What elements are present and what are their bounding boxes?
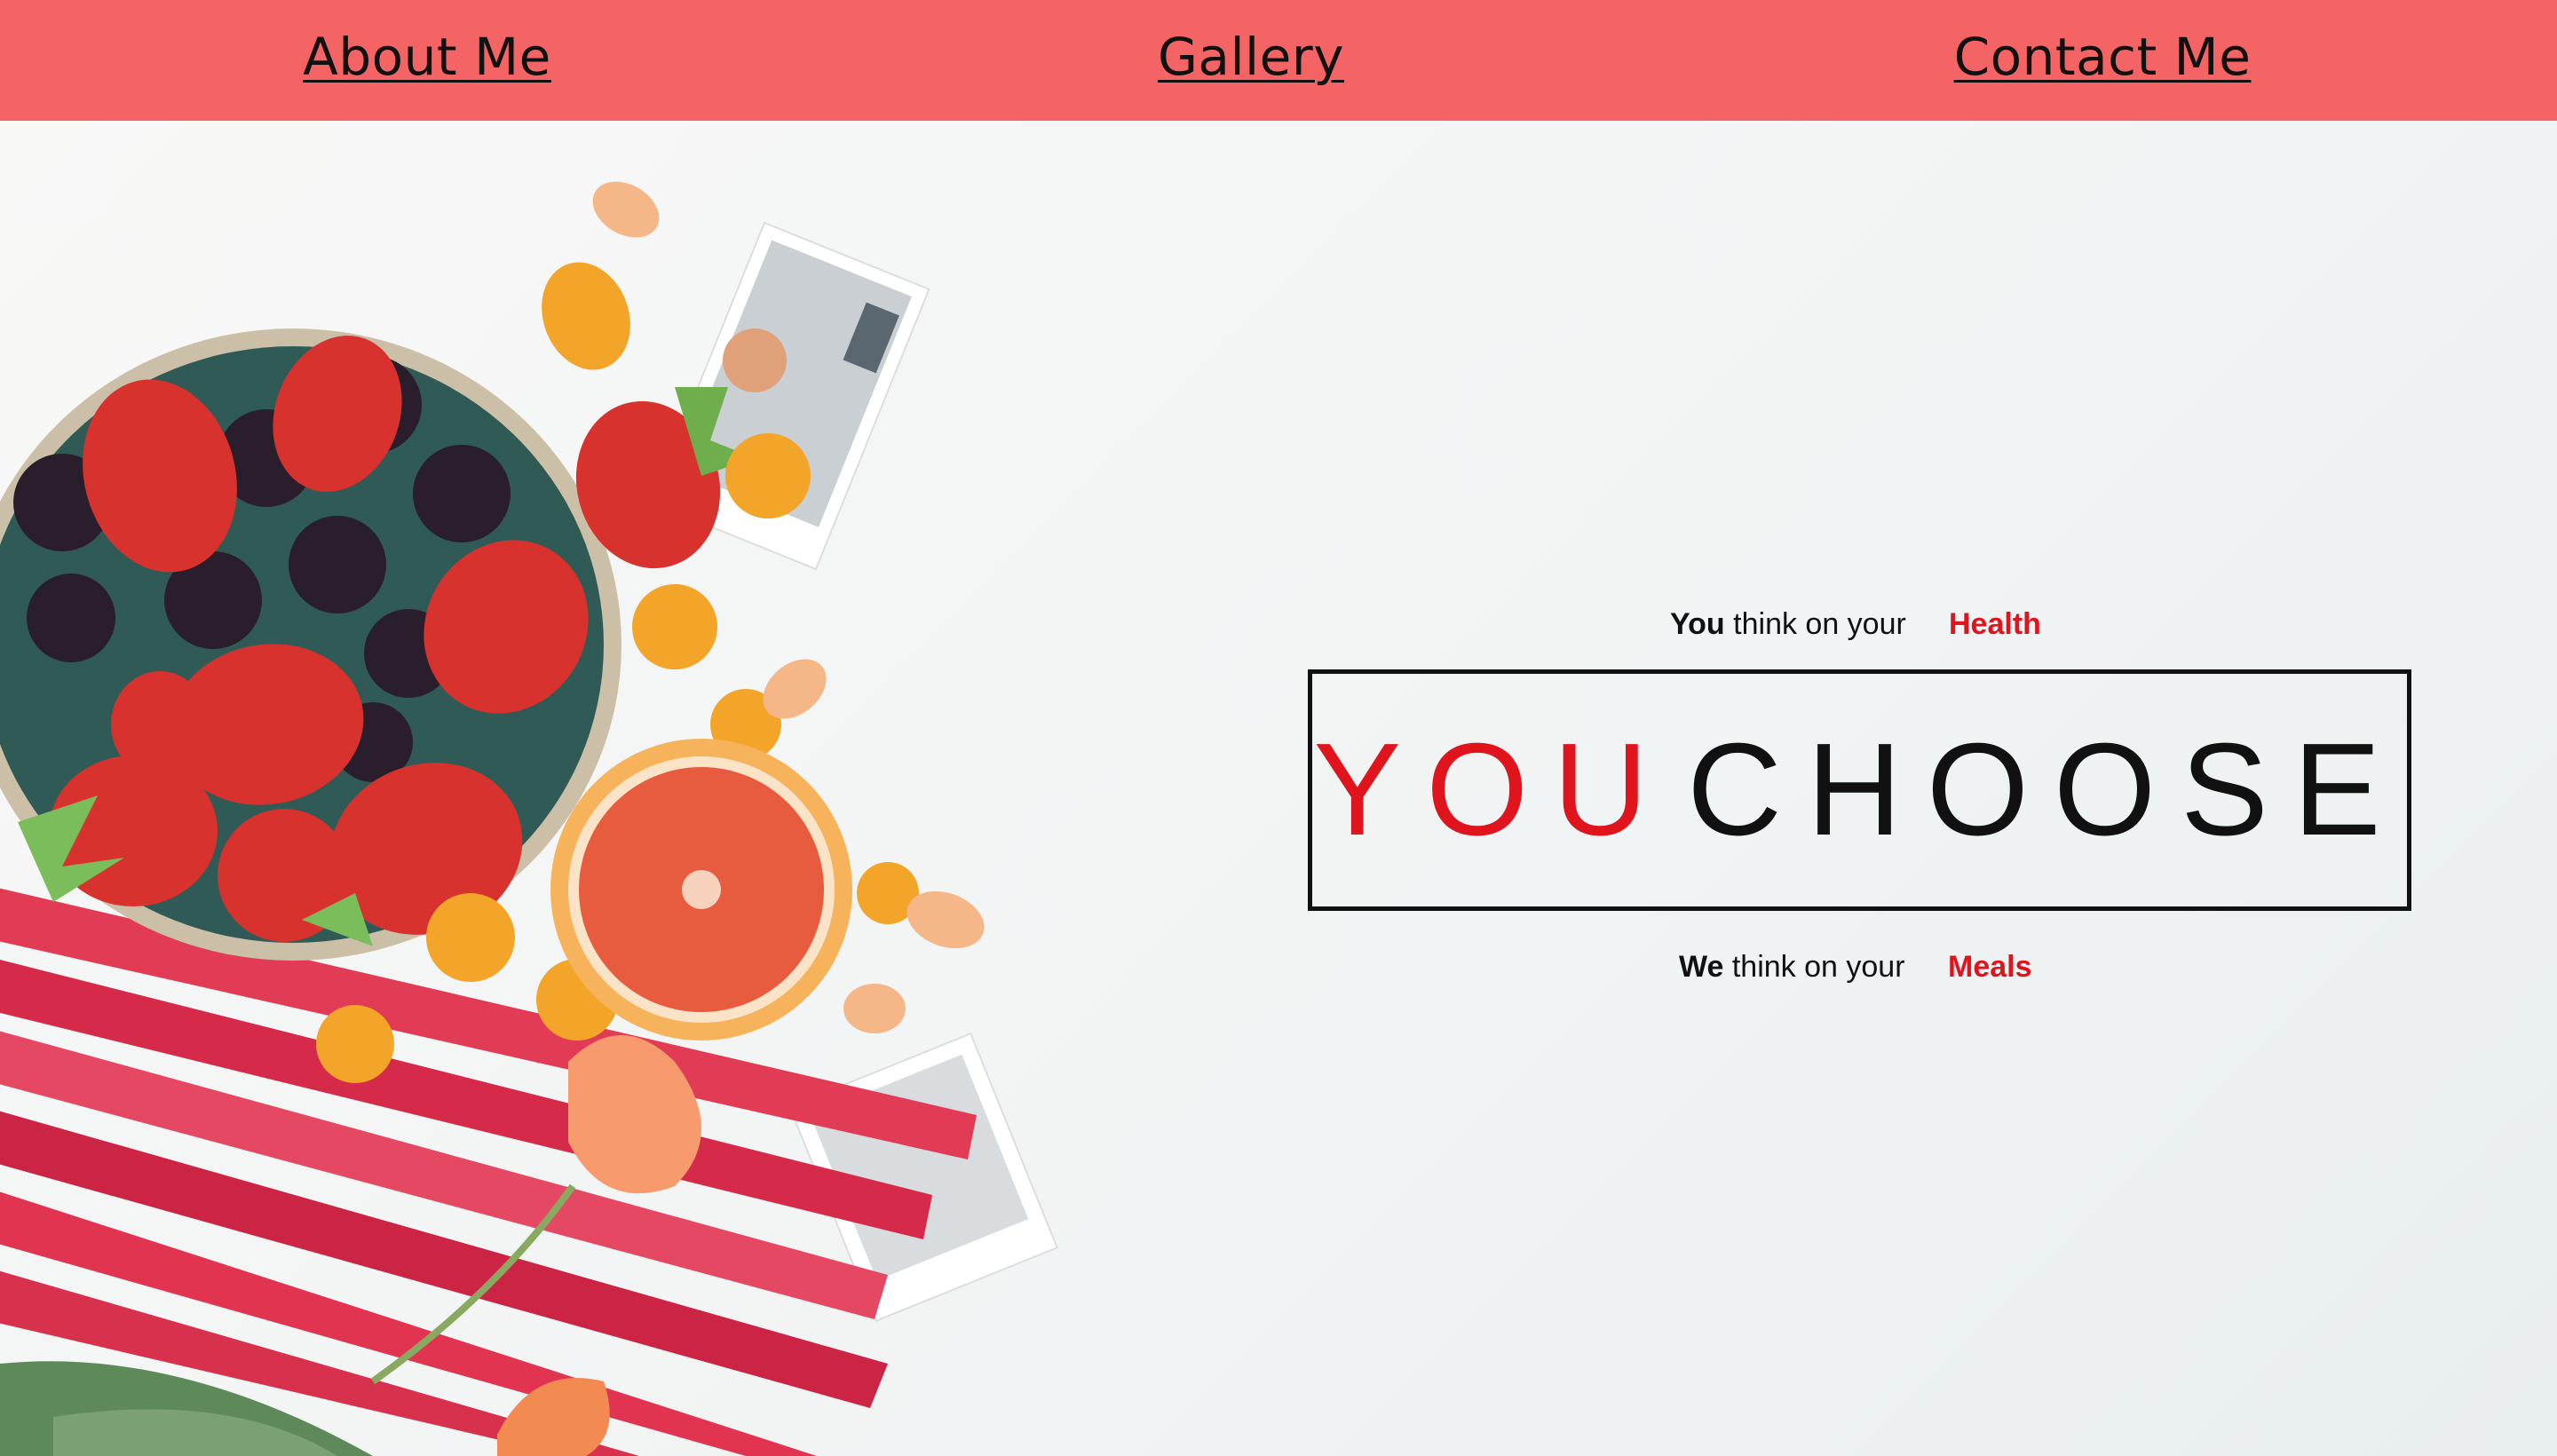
tagline-bottom-accent: Meals [1948, 950, 2032, 984]
tagline-bottom-subject: We [1679, 950, 1724, 984]
tagline-top: You think on your Health [1670, 607, 2041, 642]
fruit-hero-image [0, 181, 1058, 1456]
tagline-bottom: We think on your Meals [1679, 950, 2032, 985]
nav-link-gallery[interactable]: Gallery [1158, 27, 1344, 87]
tagline-bottom-text: think on your [1731, 950, 1905, 984]
fruit-bowl [0, 328, 621, 961]
blood-orange [550, 739, 852, 1041]
brand-logo-box: YOU CHOOSE [1308, 669, 2411, 911]
tagline-top-subject: You [1670, 607, 1725, 641]
tagline-top-text: think on your [1733, 607, 1906, 641]
tagline-top-accent: Health [1949, 607, 2041, 641]
nav-link-contact-me[interactable]: Contact Me [1954, 27, 2252, 87]
brand-word-choose: CHOOSE [1687, 716, 2406, 863]
nav-link-about-me[interactable]: About Me [303, 27, 551, 87]
brand-word-you: YOU [1313, 716, 1674, 863]
top-nav: About Me Gallery Contact Me [0, 0, 2557, 121]
